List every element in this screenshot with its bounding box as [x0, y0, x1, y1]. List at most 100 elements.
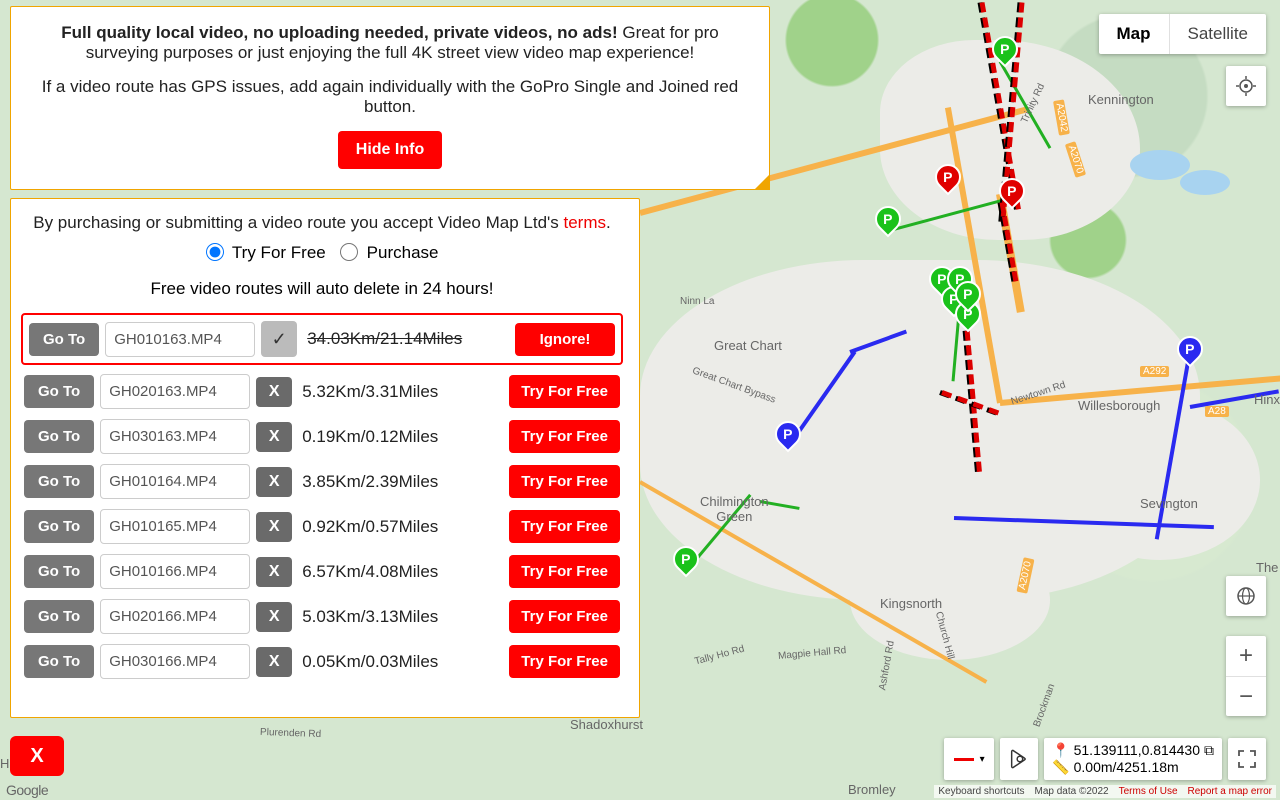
line-style-dropdown[interactable]: ▾ [944, 738, 994, 780]
map-marker[interactable]: P [1177, 336, 1203, 370]
ruler-icon: 📏 [1052, 759, 1069, 776]
map-marker[interactable]: P [875, 206, 901, 240]
crosshair-icon [1236, 76, 1256, 96]
radio-purchase[interactable]: Purchase [340, 243, 439, 262]
filename-input[interactable] [100, 464, 250, 499]
ignore-button[interactable]: Ignore! [515, 323, 615, 356]
remove-button[interactable]: X [256, 467, 292, 497]
coords-box: 📍51.139111,0.814430 ⧉ 📏0.00m/4251.18m [1044, 738, 1222, 780]
filename-input[interactable] [100, 599, 250, 634]
place-label: Bromley [848, 782, 896, 797]
zoom-control: + − [1226, 636, 1266, 716]
map-marker[interactable]: P [999, 178, 1025, 212]
water [1130, 150, 1190, 180]
place-label: Shadoxhurst [570, 717, 643, 732]
route-row: Go ToX5.03Km/3.13MilesTry For Free [21, 594, 623, 639]
info-line2: If a video route has GPS issues, add aga… [41, 77, 739, 117]
road-label: Tally Ho Rd [693, 644, 745, 668]
chevron-down-icon: ▾ [980, 754, 985, 765]
globe-button[interactable] [1226, 576, 1266, 616]
remove-button[interactable]: X [256, 602, 292, 632]
goto-button[interactable]: Go To [24, 645, 94, 678]
distance-text: 0.92Km/0.57Miles [302, 517, 438, 537]
road-label: Plurenden Rd [260, 727, 322, 740]
check-button[interactable]: ✓ [261, 321, 297, 357]
map-type-satellite[interactable]: Satellite [1169, 14, 1266, 54]
goto-button[interactable]: Go To [24, 465, 94, 498]
map-marker[interactable]: P [935, 164, 961, 198]
play-icon [1008, 748, 1030, 770]
goto-button[interactable]: Go To [24, 510, 94, 543]
dist-text: 0.00m/4251.18m [1074, 759, 1179, 776]
distance-text: 3.85Km/2.39Miles [302, 472, 438, 492]
try-free-button[interactable]: Try For Free [509, 645, 620, 678]
town-shape [850, 540, 1050, 660]
filename-input[interactable] [100, 644, 250, 679]
map-type-switch: Map Satellite [1099, 14, 1266, 54]
goto-button[interactable]: Go To [24, 420, 94, 453]
distance-text: 5.32Km/3.31Miles [302, 382, 438, 402]
resize-corner-icon[interactable] [754, 174, 770, 190]
try-free-button[interactable]: Try For Free [509, 600, 620, 633]
try-free-button[interactable]: Try For Free [509, 510, 620, 543]
remove-button[interactable]: X [256, 557, 292, 587]
terms-line: By purchasing or submitting a video rout… [21, 213, 623, 233]
try-free-button[interactable]: Try For Free [509, 465, 620, 498]
remove-button[interactable]: X [256, 647, 292, 677]
copy-icon[interactable]: ⧉ [1204, 742, 1214, 759]
terms-link[interactable]: terms [564, 213, 607, 232]
globe-icon [1236, 586, 1256, 606]
line-sample-icon [954, 758, 974, 761]
goto-button[interactable]: Go To [24, 375, 94, 408]
locate-button[interactable] [1226, 66, 1266, 106]
route-blue [1190, 389, 1279, 409]
zoom-in-button[interactable]: + [1226, 636, 1266, 676]
map-type-map[interactable]: Map [1099, 14, 1169, 54]
attrib-report[interactable]: Report a map error [1188, 786, 1272, 797]
remove-button[interactable]: X [256, 422, 292, 452]
route-row: Go To ✓ 34.03Km/21.14Miles Ignore! [21, 313, 623, 365]
routes-scroll[interactable]: By purchasing or submitting a video rout… [21, 213, 629, 703]
fullscreen-button[interactable] [1228, 738, 1266, 780]
remove-button[interactable]: X [256, 377, 292, 407]
info-panel: Full quality local video, no uploading n… [10, 6, 770, 190]
map-marker[interactable]: P [673, 546, 699, 580]
pin-icon: 📍 [1052, 742, 1069, 759]
radio-try-input[interactable] [206, 243, 224, 261]
attrib-terms[interactable]: Terms of Use [1119, 786, 1178, 797]
goto-button[interactable]: Go To [29, 323, 99, 356]
goto-button[interactable]: Go To [24, 600, 94, 633]
map-marker[interactable]: P [992, 36, 1018, 70]
bottom-bar: ▾ 📍51.139111,0.814430 ⧉ 📏0.00m/4251.18m [944, 738, 1266, 780]
attrib-mapdata: Map data ©2022 [1035, 786, 1109, 797]
play-button[interactable] [1000, 738, 1038, 780]
purchase-radios: Try For Free Purchase [21, 243, 623, 263]
map-marker[interactable]: P [775, 421, 801, 455]
google-logo: Google [6, 782, 48, 798]
map-marker[interactable]: P [955, 281, 981, 315]
road-label: Magpie Hall Rd [778, 645, 847, 662]
radio-try[interactable]: Try For Free [206, 243, 326, 262]
zoom-out-button[interactable]: − [1226, 676, 1266, 716]
filename-input[interactable] [100, 554, 250, 589]
filename-input[interactable] [100, 509, 250, 544]
road-label: Brockman [1032, 682, 1058, 728]
goto-button[interactable]: Go To [24, 555, 94, 588]
radio-purchase-input[interactable] [340, 243, 358, 261]
try-free-button[interactable]: Try For Free [509, 555, 620, 588]
route-row: Go To X 0.19Km/0.12Miles Try For Free [21, 414, 623, 459]
close-button[interactable]: X [10, 736, 64, 776]
filename-input[interactable] [100, 419, 250, 454]
filename-input[interactable] [100, 374, 250, 409]
distance-text: 34.03Km/21.14Miles [307, 329, 462, 349]
route-row: Go To X 0.92Km/0.57Miles Try For Free [21, 504, 623, 549]
attrib-shortcuts[interactable]: Keyboard shortcuts [938, 786, 1024, 797]
try-free-button[interactable]: Try For Free [509, 375, 620, 408]
try-free-button[interactable]: Try For Free [509, 420, 620, 453]
hide-info-button[interactable]: Hide Info [338, 131, 442, 169]
filename-input[interactable] [105, 322, 255, 357]
distance-text: 0.05Km/0.03Miles [302, 652, 438, 672]
routes-panel: By purchasing or submitting a video rout… [10, 198, 640, 718]
remove-button[interactable]: X [256, 512, 292, 542]
distance-text: 0.19Km/0.12Miles [302, 427, 438, 447]
